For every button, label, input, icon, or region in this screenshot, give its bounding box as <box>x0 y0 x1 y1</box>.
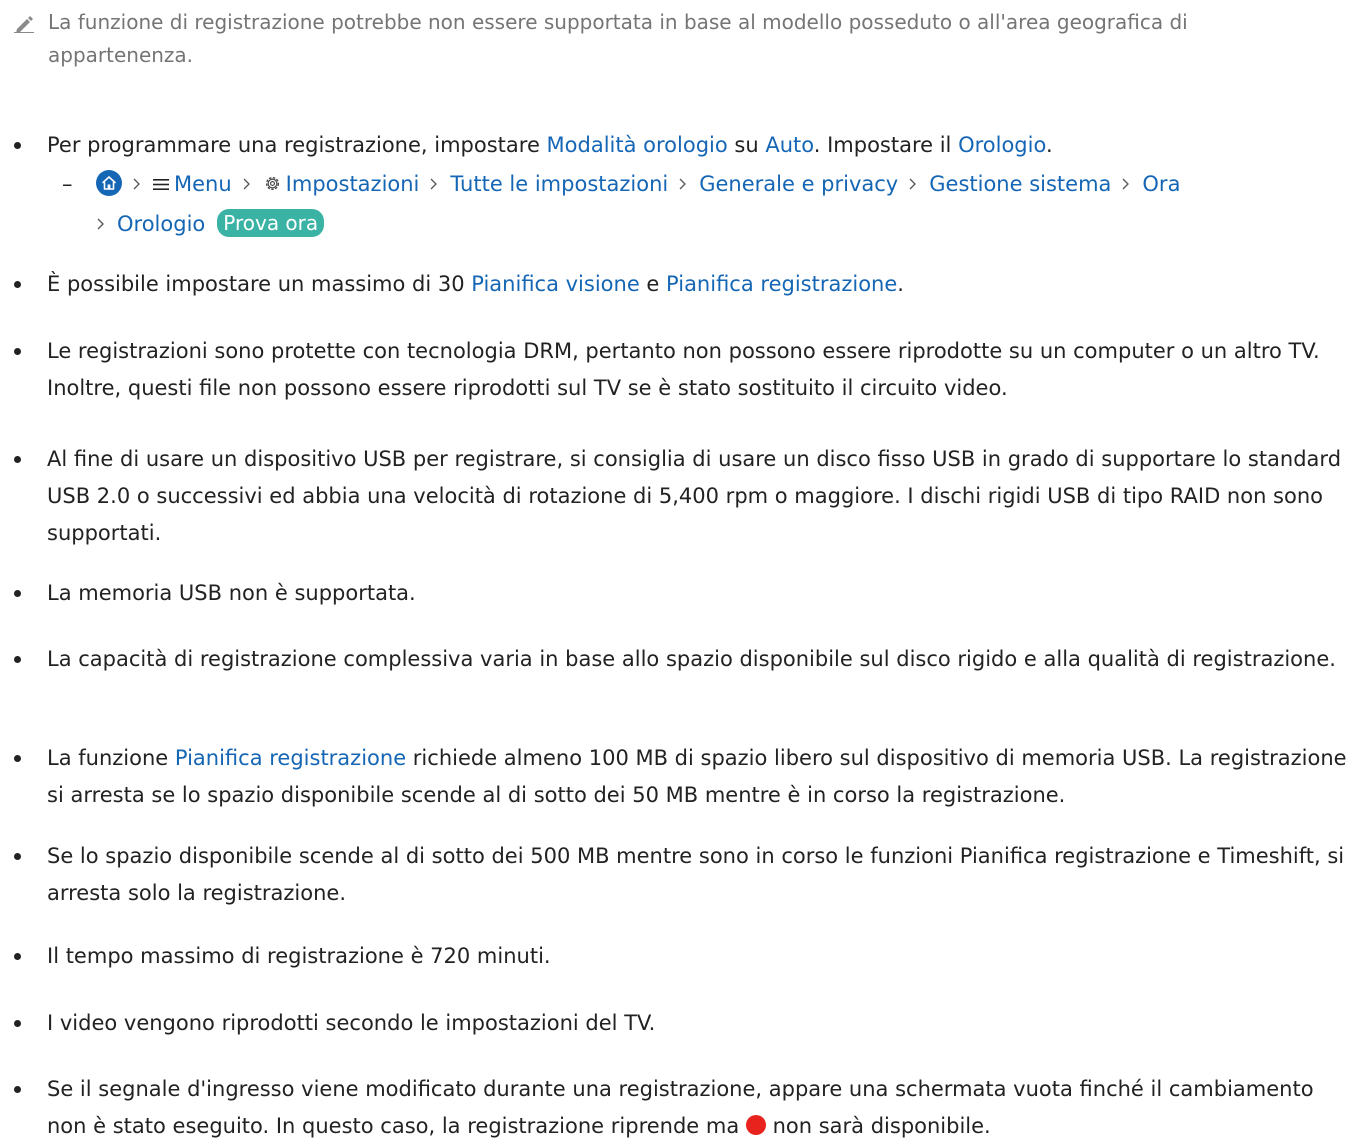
menu-path-menu[interactable]: Menu <box>174 172 232 196</box>
chevron-right-icon <box>430 178 438 190</box>
menu-path-system[interactable]: Gestione sistema <box>929 172 1111 196</box>
bullet <box>14 953 21 960</box>
list-item-text: Al fine di usare un dispositivo USB per … <box>47 447 1342 545</box>
list-item: È possibile impostare un massimo di 30 P… <box>14 266 1354 303</box>
pencil-icon <box>14 16 34 33</box>
bullet <box>14 281 21 288</box>
chevron-right-icon <box>909 178 917 190</box>
menu-path-settings[interactable]: Impostazioni <box>286 172 420 196</box>
manual-page: La funzione di registrazione potrebbe no… <box>0 0 1368 1142</box>
link-schedule-recording[interactable]: Pianifica registrazione <box>175 746 406 770</box>
sub-dash: – <box>62 172 73 196</box>
chevron-right-icon <box>243 178 250 190</box>
link-clock[interactable]: Orologio <box>958 133 1046 157</box>
note-text: La funzione di registrazione potrebbe no… <box>48 10 1188 67</box>
menu-path-time[interactable]: Ora <box>1142 172 1180 196</box>
list-item: Se il segnale d'ingresso viene modificat… <box>14 1071 1354 1145</box>
menu-path-general[interactable]: Generale e privacy <box>699 172 898 196</box>
list-item-text: Per programmare una registrazione, impos… <box>47 133 1053 157</box>
try-now-button[interactable]: Prova ora <box>217 209 325 237</box>
list-item-text: È possibile impostare un massimo di 30 P… <box>47 272 904 296</box>
bullet <box>14 590 21 597</box>
bullet <box>14 656 21 663</box>
chevron-right-icon <box>679 178 687 190</box>
list-item-text: Se lo spazio disponibile scende al di so… <box>47 844 1345 905</box>
list-item: Le registrazioni sono protette con tecno… <box>14 333 1354 407</box>
list-item-text: I video vengono riprodotti secondo le im… <box>47 1011 656 1035</box>
list-item: Al fine di usare un dispositivo USB per … <box>14 441 1354 552</box>
link-auto[interactable]: Auto <box>765 133 813 157</box>
link-schedule-recording[interactable]: Pianifica registrazione <box>666 272 897 296</box>
list-item: Il tempo massimo di registrazione è 720 … <box>14 938 1354 975</box>
menu-icon <box>153 179 169 190</box>
note: La funzione di registrazione potrebbe no… <box>14 6 1334 72</box>
bullet <box>14 1020 21 1027</box>
menu-path: – Menu Impostazioni Tutte le impostazioni G… <box>62 164 1354 244</box>
list-item-text: La memoria USB non è supportata. <box>47 581 416 605</box>
link-schedule-viewing[interactable]: Pianifica visione <box>471 272 639 296</box>
chevron-right-icon <box>133 178 140 190</box>
list-item-text: Se il segnale d'ingresso viene modificat… <box>47 1077 1314 1138</box>
menu-path-all-settings[interactable]: Tutte le impostazioni <box>450 172 668 196</box>
home-icon[interactable] <box>96 170 122 196</box>
chevron-right-icon <box>1122 178 1130 190</box>
list-item: La memoria USB non è supportata. <box>14 575 1354 612</box>
list-item: Se lo spazio disponibile scende al di so… <box>14 838 1354 912</box>
chevron-right-icon <box>97 218 104 230</box>
bullet <box>14 853 21 860</box>
list-item-text: La funzione Pianifica registrazione rich… <box>47 746 1347 807</box>
list-item: I video vengono riprodotti secondo le im… <box>14 1005 1354 1042</box>
menu-path-clock[interactable]: Orologio <box>117 212 205 236</box>
list-item-text: Il tempo massimo di registrazione è 720 … <box>47 944 551 968</box>
list-item: La funzione Pianifica registrazione rich… <box>14 740 1354 814</box>
bullet <box>14 456 21 463</box>
record-dot-icon <box>745 1115 766 1135</box>
bullet <box>14 348 21 355</box>
list-item-text: La capacità di registrazione complessiva… <box>47 647 1336 671</box>
list-item-text: Le registrazioni sono protette con tecno… <box>47 339 1320 400</box>
bullet <box>14 1086 21 1093</box>
list-item: La capacità di registrazione complessiva… <box>14 641 1354 678</box>
bullet <box>14 755 21 762</box>
bullet <box>14 142 21 149</box>
link-clock-mode[interactable]: Modalità orologio <box>547 133 728 157</box>
menu-path-text: Menu Impostazioni Tutte le impostazioni Gen… <box>74 164 1354 244</box>
list-item: Per programmare una registrazione, impos… <box>14 127 1354 164</box>
gear-icon <box>265 176 279 191</box>
